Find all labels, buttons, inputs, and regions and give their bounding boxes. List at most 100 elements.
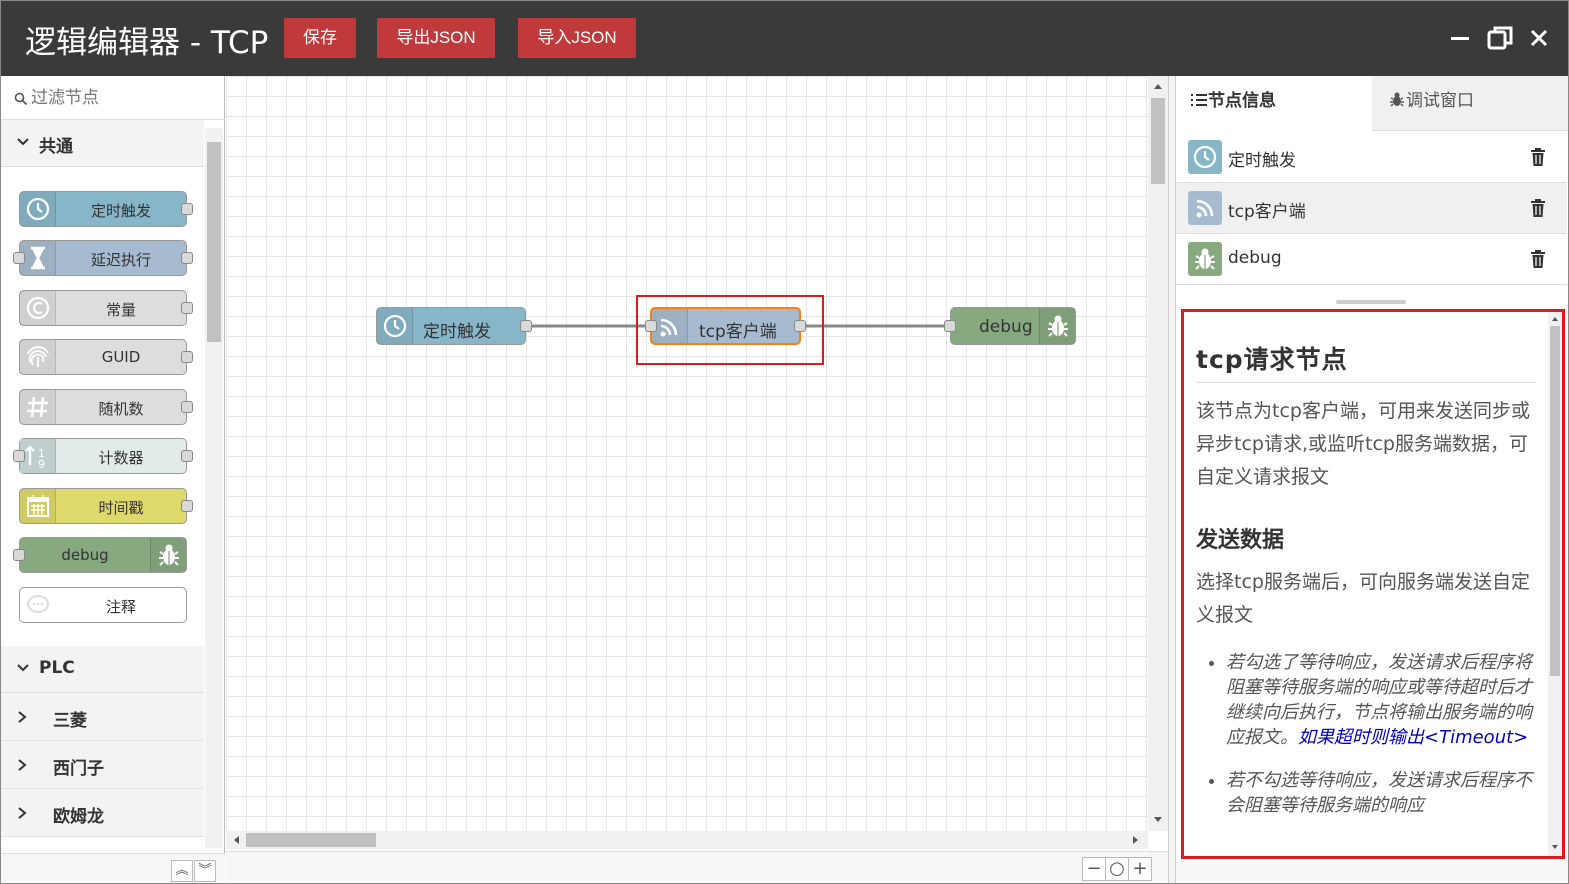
clock-icon <box>377 308 413 344</box>
palette-node-guid[interactable]: GUID <box>19 339 193 375</box>
rss-icon <box>1188 191 1222 225</box>
chevron-right-icon <box>15 757 29 771</box>
palette-node-constant[interactable]: 常量 <box>19 290 193 326</box>
help-scrollbar[interactable] <box>1548 312 1562 856</box>
tab-label: 节点信息 <box>1208 91 1276 111</box>
trash-icon[interactable] <box>1529 198 1547 218</box>
scrollbar-thumb[interactable] <box>207 142 221 342</box>
palette-node-counter[interactable]: 19 计数器 <box>13 438 193 474</box>
filter-bar <box>1 76 225 120</box>
output-port[interactable] <box>181 351 193 363</box>
tab-node-info[interactable]: 节点信息 <box>1176 76 1372 131</box>
node-label: 时间戳 <box>98 499 144 517</box>
palette-node-delay[interactable]: 延迟执行 <box>13 240 193 276</box>
canvas-vertical-scrollbar[interactable] <box>1148 76 1168 831</box>
scrollbar-thumb[interactable] <box>1151 98 1165 184</box>
subcategory-mitsubishi[interactable]: 三菱 <box>1 693 204 741</box>
chevron-right-icon <box>15 709 29 723</box>
bug-icon <box>1188 242 1222 276</box>
svg-text:9: 9 <box>38 458 45 471</box>
output-port[interactable] <box>181 500 193 512</box>
subcategory-label: 欧姆龙 <box>53 807 104 827</box>
info-list-item-debug[interactable]: debug <box>1176 234 1567 285</box>
flow-node-timer[interactable]: 定时触发 <box>376 307 532 345</box>
output-port[interactable] <box>181 401 193 413</box>
output-port[interactable] <box>181 252 193 264</box>
subcategory-siemens[interactable]: 西门子 <box>1 741 204 789</box>
sidebar: 节点信息 调试窗口 定时触发 tcp客户端 debug tcp请求节点 该节点为… <box>1176 76 1568 883</box>
zoom-in-button[interactable]: + <box>1128 857 1152 881</box>
resize-handle[interactable] <box>1336 300 1406 304</box>
node-label: 常量 <box>105 301 136 319</box>
minimize-icon[interactable] <box>1447 23 1473 53</box>
tab-debug-window[interactable]: 调试窗口 <box>1372 76 1568 131</box>
timeout-link[interactable]: 如果超时则输出<Timeout> <box>1298 727 1528 748</box>
scrollbar-thumb[interactable] <box>246 833 376 847</box>
export-json-button[interactable]: 导出JSON <box>377 18 495 58</box>
panel-splitter[interactable] <box>1168 76 1176 883</box>
help-list: 若勾选了等待响应，发送请求后程序将阻塞等待服务端的响应或等待超时后才继续向后执行… <box>1196 650 1536 818</box>
output-port[interactable] <box>520 320 532 332</box>
palette-node-random[interactable]: 随机数 <box>19 389 193 425</box>
output-port[interactable] <box>181 450 193 462</box>
flow-canvas[interactable]: 定时触发 tcp客户端 debug <box>226 76 1148 831</box>
palette-node-timer[interactable]: 定时触发 <box>19 191 193 227</box>
node-label: 定时触发 <box>423 322 491 342</box>
category-label: PLC <box>39 658 75 678</box>
zoom-out-button[interactable]: − <box>1082 857 1106 881</box>
input-port[interactable] <box>944 320 956 332</box>
hourglass-icon <box>20 241 56 275</box>
node-label: 计数器 <box>98 449 144 467</box>
help-title: tcp请求节点 <box>1196 340 1536 383</box>
category-common-header[interactable]: 共通 <box>1 120 204 167</box>
expand-all-icon[interactable]: ︾ <box>194 860 216 882</box>
clock-icon <box>20 192 56 226</box>
restore-icon[interactable] <box>1485 23 1515 53</box>
list-icon <box>1190 91 1208 111</box>
output-port[interactable] <box>181 203 193 215</box>
info-list-item-tcp-client[interactable]: tcp客户端 <box>1176 183 1567 234</box>
fingerprint-icon <box>20 340 56 374</box>
search-icon <box>14 91 28 106</box>
input-port[interactable] <box>13 252 25 264</box>
category-plc-header[interactable]: PLC <box>1 646 204 693</box>
subcategory-omron[interactable]: 欧姆龙 <box>1 789 204 837</box>
node-label: 延迟执行 <box>90 251 151 269</box>
node-label: debug <box>1228 248 1282 268</box>
copyright-icon <box>20 291 56 325</box>
bug-icon <box>1388 91 1406 111</box>
wires-layer <box>526 324 950 328</box>
canvas-footer: − ○ + <box>226 851 1168 883</box>
subcategory-label: 西门子 <box>53 759 104 779</box>
flow-node-debug[interactable]: debug <box>944 307 1076 345</box>
palette-scrollbar[interactable] <box>205 128 223 848</box>
chevron-down-icon <box>15 134 31 150</box>
import-json-button[interactable]: 导入JSON <box>518 18 636 58</box>
palette-node-timestamp[interactable]: 时间戳 <box>19 488 193 524</box>
hash-icon <box>20 390 56 424</box>
output-port[interactable] <box>181 302 193 314</box>
close-icon[interactable] <box>1524 23 1554 53</box>
help-bullet: 若勾选了等待响应，发送请求后程序将阻塞等待服务端的响应或等待超时后才继续向后执行… <box>1226 650 1536 750</box>
node-palette: 共通 定时触发 延迟执行 常量 GUID <box>1 76 225 883</box>
input-port[interactable] <box>13 450 25 462</box>
trash-icon[interactable] <box>1529 249 1547 269</box>
collapse-all-icon[interactable]: ︽ <box>171 860 193 882</box>
scrollbar-thumb[interactable] <box>1550 326 1560 676</box>
palette-node-debug[interactable]: debug <box>13 537 187 573</box>
node-label: 随机数 <box>98 400 144 418</box>
info-list-item-timer[interactable]: 定时触发 <box>1176 132 1567 183</box>
palette-node-comment[interactable]: 注释 <box>19 587 187 623</box>
sidebar-footer <box>1176 861 1568 883</box>
help-send-heading: 发送数据 <box>1196 528 1285 553</box>
palette-scroll-area: 共通 定时触发 延迟执行 常量 GUID 随机数 1 9 计数器 时间戳 deb… <box>1 120 225 853</box>
input-port[interactable] <box>13 549 25 561</box>
help-send-desc: 选择tcp服务端后，可向服务端发送自定义报文 <box>1196 571 1530 626</box>
zoom-reset-button[interactable]: ○ <box>1105 857 1129 881</box>
save-button[interactable]: 保存 <box>284 18 356 58</box>
chevron-down-icon <box>15 660 31 676</box>
trash-icon[interactable] <box>1529 147 1547 167</box>
canvas-horizontal-scrollbar[interactable] <box>226 831 1148 849</box>
palette-footer: ︽ ︾ <box>1 853 225 883</box>
filter-nodes-input[interactable] <box>31 86 211 110</box>
